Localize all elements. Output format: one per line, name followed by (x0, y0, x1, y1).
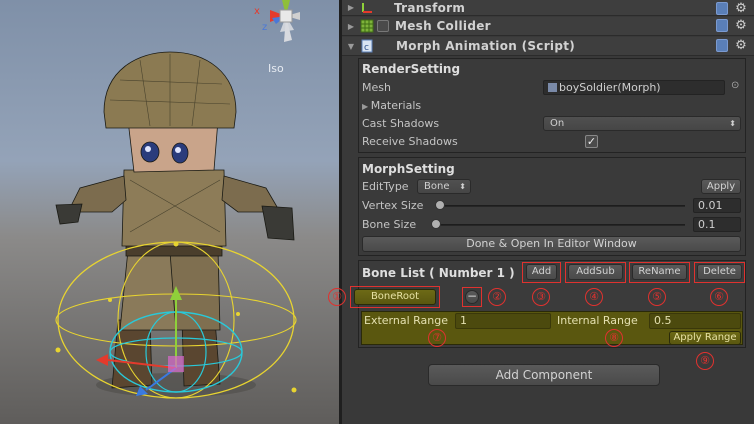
callout-2: ② (488, 288, 506, 306)
receive-shadows-label: Receive Shadows (362, 135, 458, 148)
add-sub-button[interactable]: AddSub (568, 264, 623, 280)
svg-text:c: c (364, 43, 369, 53)
fold-arrow-icon[interactable]: ▶ (344, 22, 358, 31)
collapse-minus-button[interactable]: − (465, 290, 479, 304)
view-mode-label[interactable]: Iso (268, 62, 284, 75)
callout-1: ① (328, 288, 346, 306)
fold-arrow-icon[interactable]: ▶ (344, 3, 358, 12)
bone-size-field[interactable]: 0.1 (693, 217, 741, 232)
mesh-label: Mesh (362, 81, 391, 94)
internal-range-field[interactable]: 0.5 (649, 313, 741, 329)
script-icon: c (361, 39, 373, 53)
internal-range-label: Internal Range (557, 314, 638, 327)
add-button[interactable]: Add (526, 264, 557, 280)
callout-3: ③ (532, 288, 550, 306)
settings-gear-icon[interactable]: ⚙ (734, 19, 748, 33)
bone-root-button[interactable]: BoneRoot (354, 289, 436, 305)
cast-shadows-value: On (550, 118, 565, 129)
callout-4: ④ (585, 288, 603, 306)
transform-icon (362, 2, 372, 13)
settings-gear-icon[interactable]: ⚙ (734, 2, 748, 16)
receive-shadows-checkbox[interactable]: ✓ (585, 135, 598, 148)
scene-view[interactable]: x z Iso (0, 0, 339, 424)
callout-8: ⑧ (605, 329, 623, 347)
mesh-object-field[interactable]: boySoldier(Morph) (543, 80, 725, 95)
help-book-icon[interactable] (716, 2, 728, 15)
bone-size-label: Bone Size (362, 218, 417, 231)
add-component-button[interactable]: Add Component (428, 364, 660, 386)
edit-type-label: EditType (362, 180, 409, 193)
gizmo-x-label: x (254, 6, 260, 17)
render-setting-group: RenderSetting Mesh boySoldier(Morph) ⊙ ▶… (358, 58, 746, 153)
callout-6: ⑥ (710, 288, 728, 306)
dropdown-arrows-icon: ⬍ (459, 182, 466, 191)
morph-setting-title: MorphSetting (362, 162, 455, 176)
help-book-icon[interactable] (716, 39, 728, 52)
transform-component-header[interactable]: ▶ Transform ⚙ (342, 0, 754, 16)
mesh-collider-enabled-checkbox[interactable] (377, 20, 389, 32)
callout-5: ⑤ (648, 288, 666, 306)
orientation-gizmo[interactable] (270, 0, 300, 42)
morph-animation-title: Morph Animation (Script) (396, 39, 576, 53)
rename-button[interactable]: ReName (632, 264, 687, 280)
dropdown-arrows-icon: ⬍ (729, 119, 736, 128)
bone-list-group: Bone List ( Number 1 ) Add AddSub ReName… (350, 260, 746, 348)
bone-size-slider-track[interactable] (437, 224, 685, 226)
mesh-collider-icon (360, 19, 374, 33)
vertex-size-slider-knob[interactable] (435, 200, 445, 210)
transform-title: Transform (394, 0, 466, 15)
vertex-size-slider-track[interactable] (437, 205, 685, 207)
render-setting-title: RenderSetting (362, 62, 461, 76)
mesh-collider-title: Mesh Collider (395, 19, 491, 33)
inspector-panel: ▶ Transform ⚙ ▶ Mesh Collider ⚙ ▼ c Morp… (328, 0, 754, 424)
edit-type-dropdown[interactable]: Bone ⬍ (417, 179, 471, 194)
fold-arrow-down-icon[interactable]: ▼ (344, 42, 358, 51)
external-range-field[interactable]: 1 (455, 313, 551, 329)
external-range-label: External Range (364, 314, 448, 327)
cast-shadows-dropdown[interactable]: On ⬍ (543, 116, 741, 131)
done-open-editor-button[interactable]: Done & Open In Editor Window (362, 236, 741, 252)
object-picker-icon[interactable]: ⊙ (731, 80, 739, 91)
help-book-icon[interactable] (716, 19, 728, 32)
mesh-value: boySoldier(Morph) (559, 81, 661, 94)
settings-gear-icon[interactable]: ⚙ (734, 39, 748, 53)
gizmo-z-label: z (262, 22, 267, 33)
apply-button[interactable]: Apply (701, 179, 741, 194)
fold-arrow-icon: ▶ (362, 102, 371, 111)
scene-canvas: x z (55, 0, 300, 399)
vertex-size-field[interactable]: 0.01 (693, 198, 741, 213)
morph-animation-component-header[interactable]: ▼ c Morph Animation (Script) ⚙ (342, 37, 754, 56)
bone-list-title: Bone List ( Number 1 ) (362, 266, 515, 280)
delete-button[interactable]: Delete (697, 264, 742, 280)
callout-9: ⑨ (696, 352, 714, 370)
edit-type-value: Bone (424, 181, 450, 192)
apply-range-button[interactable]: Apply Range (669, 331, 741, 345)
morph-setting-group: MorphSetting EditType Bone ⬍ Apply Verte… (358, 157, 746, 256)
materials-label: Materials (370, 99, 422, 112)
materials-foldout[interactable]: ▶ Materials (362, 99, 421, 112)
mesh-asset-icon (548, 83, 557, 92)
callout-7: ⑦ (428, 329, 446, 347)
vertex-size-label: Vertex Size (362, 199, 424, 212)
bone-size-slider-knob[interactable] (431, 219, 441, 229)
cast-shadows-label: Cast Shadows (362, 117, 440, 130)
mesh-collider-component-header[interactable]: ▶ Mesh Collider ⚙ (342, 17, 754, 36)
